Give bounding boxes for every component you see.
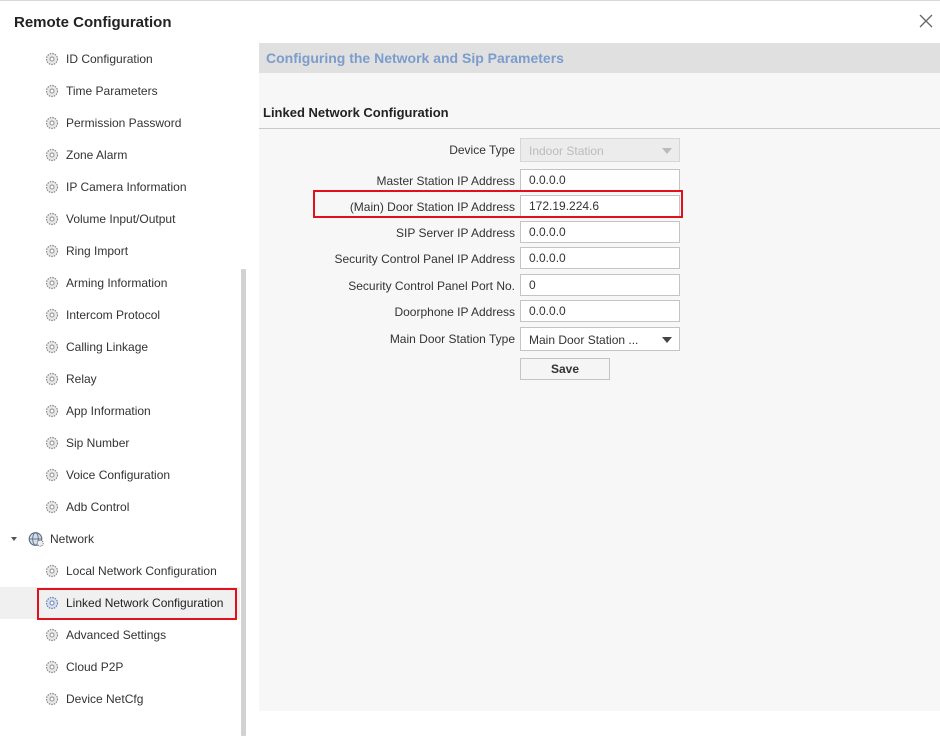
sidebar-item-label: Calling Linkage <box>66 340 149 354</box>
sidebar-item-relay[interactable]: Relay <box>0 363 240 395</box>
form-row-device-type: Device Type Indoor Station <box>259 138 940 162</box>
sidebar-item-voice-configuration[interactable]: Voice Configuration <box>0 459 240 491</box>
close-button[interactable] <box>916 11 936 31</box>
gear-icon <box>45 84 59 98</box>
sidebar-item-label: Volume Input/Output <box>66 212 176 226</box>
main-door-station-type-value: Main Door Station ... <box>529 333 639 347</box>
sidebar-item-label: Arming Information <box>66 276 168 290</box>
save-button[interactable]: Save <box>520 358 610 380</box>
sidebar-item-label: Ring Import <box>66 244 129 258</box>
gear-icon <box>45 276 59 290</box>
highlight-box <box>313 190 683 218</box>
close-icon <box>919 14 933 28</box>
sidebar-item-label: Sip Number <box>66 436 130 450</box>
section-divider <box>259 128 940 129</box>
sidebar-item-label: Zone Alarm <box>66 148 128 162</box>
form-row-doorphone-ip: Doorphone IP Address <box>259 300 940 324</box>
sidebar-group-network[interactable]: Network <box>0 523 240 555</box>
sidebar-item-zone-alarm[interactable]: Zone Alarm <box>0 139 240 171</box>
device-type-label: Device Type <box>449 143 515 157</box>
sidebar-item-advanced-settings[interactable]: Advanced Settings <box>0 619 240 651</box>
gear-icon <box>45 500 59 514</box>
sidebar-item-label: Cloud P2P <box>66 660 124 674</box>
form-row-door-type: Main Door Station Type Main Door Station… <box>259 327 940 351</box>
sidebar-item-calling-linkage[interactable]: Calling Linkage <box>0 331 240 363</box>
doorphone-ip-input[interactable] <box>520 300 680 322</box>
form-row-sip-ip: SIP Server IP Address <box>259 221 940 245</box>
gear-icon <box>45 116 59 130</box>
device-type-select: Indoor Station <box>520 138 680 162</box>
sidebar-item-label: Permission Password <box>66 116 182 130</box>
gear-icon <box>45 628 59 642</box>
sidebar-item-app-information[interactable]: App Information <box>0 395 240 427</box>
form-row-security-port: Security Control Panel Port No. <box>259 274 940 298</box>
gear-icon <box>45 52 59 66</box>
sip-server-ip-input[interactable] <box>520 221 680 243</box>
sidebar-item-label: App Information <box>66 404 151 418</box>
master-station-ip-input[interactable] <box>520 169 680 191</box>
main-door-station-type-label: Main Door Station Type <box>389 332 515 346</box>
sidebar-item-ring-import[interactable]: Ring Import <box>0 235 240 267</box>
sidebar-item-label: Intercom Protocol <box>66 308 161 322</box>
triangle-down-icon[interactable] <box>10 535 18 543</box>
sidebar-tree: ID Configuration Time Parameters Permiss… <box>0 43 248 736</box>
sidebar-scrollbar-thumb[interactable] <box>241 269 246 736</box>
sidebar-item-volume-input-output[interactable]: Volume Input/Output <box>0 203 240 235</box>
sidebar-item-label: Time Parameters <box>66 84 158 98</box>
security-panel-port-label: Security Control Panel Port No. <box>348 279 515 293</box>
sidebar-item-label: Device NetCfg <box>66 692 144 706</box>
main-door-station-type-select[interactable]: Main Door Station ... <box>520 327 680 351</box>
sidebar-item-label: Adb Control <box>66 500 130 514</box>
sidebar-item-arming-information[interactable]: Arming Information <box>0 267 240 299</box>
sidebar-group-label: Network <box>50 532 95 546</box>
sip-server-ip-label: SIP Server IP Address <box>396 226 515 240</box>
form-row-security-ip: Security Control Panel IP Address <box>259 247 940 271</box>
sidebar-item-local-network-configuration[interactable]: Local Network Configuration <box>0 555 240 587</box>
gear-icon <box>45 372 59 386</box>
gear-icon <box>45 340 59 354</box>
security-panel-port-input[interactable] <box>520 274 680 296</box>
gear-icon <box>45 564 59 578</box>
sidebar-item-intercom-protocol[interactable]: Intercom Protocol <box>0 299 240 331</box>
window-title: Remote Configuration <box>14 14 172 31</box>
security-panel-ip-input[interactable] <box>520 247 680 269</box>
gear-icon <box>45 148 59 162</box>
sidebar-item-device-netcfg[interactable]: Device NetCfg <box>0 683 240 715</box>
gear-icon <box>45 180 59 194</box>
sidebar-item-label: ID Configuration <box>66 52 153 66</box>
gear-icon <box>45 308 59 322</box>
gear-icon <box>45 212 59 226</box>
sidebar-item-label: Advanced Settings <box>66 628 167 642</box>
sidebar-item-permission-password[interactable]: Permission Password <box>0 107 240 139</box>
sidebar-item-id-configuration[interactable]: ID Configuration <box>0 43 240 75</box>
master-station-ip-label: Master Station IP Address <box>376 174 515 188</box>
sidebar-item-sip-number[interactable]: Sip Number <box>0 427 240 459</box>
panel-header: Configuring the Network and Sip Paramete… <box>259 43 940 73</box>
gear-icon <box>45 404 59 418</box>
security-panel-ip-label: Security Control Panel IP Address <box>334 252 515 266</box>
panel-title: Configuring the Network and Sip Paramete… <box>266 50 564 66</box>
sidebar-item-label: Voice Configuration <box>66 468 171 482</box>
gear-icon <box>45 692 59 706</box>
sidebar-item-time-parameters[interactable]: Time Parameters <box>0 75 240 107</box>
chevron-down-icon <box>662 148 672 154</box>
sidebar-item-label: IP Camera Information <box>66 180 187 194</box>
section-title: Linked Network Configuration <box>263 105 449 120</box>
highlight-box <box>37 588 237 620</box>
chevron-down-icon <box>662 337 672 343</box>
sidebar-item-label: Relay <box>66 372 97 386</box>
sidebar-item-ip-camera-information[interactable]: IP Camera Information <box>0 171 240 203</box>
sidebar-item-adb-control[interactable]: Adb Control <box>0 491 240 523</box>
gear-icon <box>45 468 59 482</box>
sidebar-item-cloud-p2p[interactable]: Cloud P2P <box>0 651 240 683</box>
main-panel: Configuring the Network and Sip Paramete… <box>259 43 940 711</box>
doorphone-ip-label: Doorphone IP Address <box>394 305 515 319</box>
gear-icon <box>45 436 59 450</box>
title-bar: Remote Configuration <box>0 1 940 43</box>
sidebar-item-label: Local Network Configuration <box>66 564 217 578</box>
gear-icon <box>45 244 59 258</box>
device-type-value: Indoor Station <box>529 144 604 158</box>
globe-icon <box>28 532 44 547</box>
gear-icon <box>45 660 59 674</box>
